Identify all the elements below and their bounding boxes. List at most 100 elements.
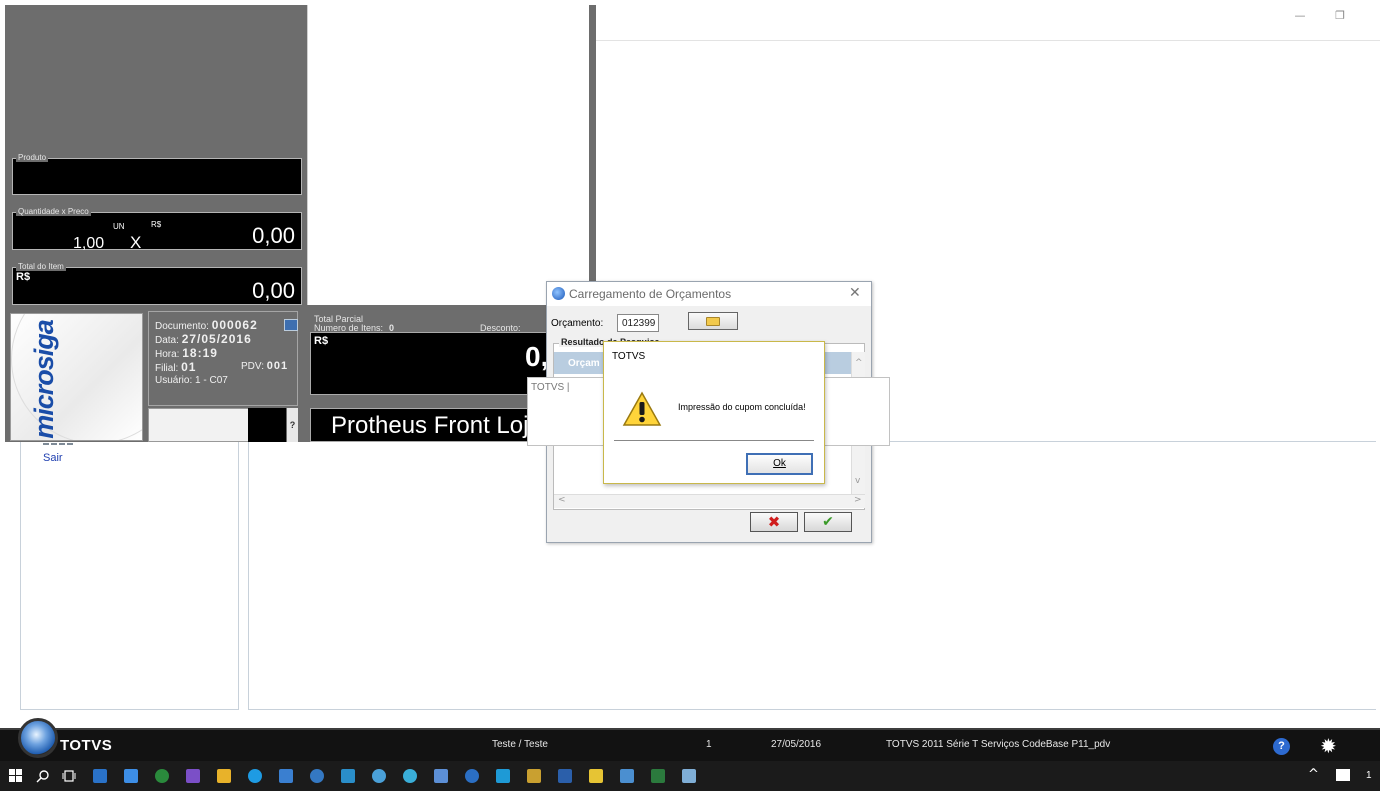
app-icon-2[interactable] [341, 769, 355, 783]
filial-label: Filial: [155, 363, 179, 374]
pos-window: Produto 1,00 UN X R$ 0,00 Quantidade x P… [5, 5, 596, 442]
hora-value: 18:19 [182, 346, 218, 360]
microsiga-logo-text: microsiga [28, 320, 59, 439]
hora-row: Hora: 18:19 [155, 346, 218, 360]
menu-item-partial [43, 443, 73, 446]
app-icon-6[interactable] [496, 769, 510, 783]
data-value: 27/05/2016 [181, 332, 252, 346]
monitor-app-icon[interactable] [279, 769, 293, 783]
item-list-area [307, 5, 589, 305]
documento-row: Documento: 000062 [155, 318, 258, 332]
help-button[interactable]: ? [287, 408, 298, 442]
totvs-window-label: TOTVS | [531, 382, 570, 393]
documento-label: Documento: [155, 321, 209, 332]
results-column-orcamento[interactable]: Orçam [568, 358, 600, 369]
ok-button-label: Ok [773, 458, 786, 469]
dialog-titlebar: Carregamento de Orçamentos ✕ [547, 282, 871, 306]
unit-price-value: 0,00 [252, 223, 295, 248]
scroll-left-arrow[interactable]: < [558, 495, 566, 505]
totvs-app-icon[interactable] [465, 769, 479, 783]
partial-total-value: 0, [525, 341, 549, 372]
produto-label: Produto [16, 153, 49, 162]
usuario-value: 1 - C07 [195, 375, 228, 386]
quantity-value: 1,00 [73, 235, 105, 252]
microsiga-logo: microsiga [10, 313, 143, 441]
totvs-logo-text: TOTVS [60, 737, 113, 754]
confirm-button[interactable]: ✔ [804, 512, 852, 532]
excel-icon[interactable] [651, 769, 665, 783]
item-total-value: 0,00 [252, 278, 295, 303]
dialog-title: Carregamento de Orçamentos [569, 287, 732, 301]
windows-taskbar: ^ 1 [0, 761, 1380, 791]
produto-display[interactable] [12, 158, 302, 195]
notifications-icon[interactable] [1336, 769, 1350, 781]
calendar-icon[interactable] [527, 769, 541, 783]
code-display [248, 408, 286, 442]
tray-clock[interactable]: 1 [1366, 770, 1372, 781]
restore-button[interactable]: ❐ [1330, 8, 1350, 24]
search-button[interactable] [688, 312, 738, 330]
app-globe-icon [552, 287, 565, 300]
app-icon-5[interactable] [434, 769, 448, 783]
help-icon[interactable]: ? [1273, 738, 1290, 755]
remote-desktop-icon[interactable] [682, 769, 696, 783]
scroll-right-arrow[interactable]: > [854, 495, 862, 505]
left-menu-panel: Sair [20, 441, 239, 710]
word-icon[interactable] [558, 769, 572, 783]
app-icon-8[interactable] [620, 769, 634, 783]
skype-icon[interactable] [248, 769, 262, 783]
app-icon-3[interactable] [372, 769, 386, 783]
scroll-down-arrow[interactable]: v [855, 476, 860, 486]
status-user: Teste / Teste [492, 739, 548, 750]
front-loja-title: Protheus Front Loja [331, 412, 542, 439]
pdv-label: PDV: [241, 361, 264, 372]
totvs-logo-icon [18, 718, 58, 758]
hora-label: Hora: [155, 349, 180, 360]
code-input[interactable] [148, 408, 260, 442]
pdv-value: 001 [266, 360, 289, 372]
data-label: Data: [155, 335, 179, 346]
gear-icon[interactable]: ✹ [1320, 734, 1337, 758]
app-icon-1[interactable] [310, 769, 324, 783]
windows-start-icon[interactable] [9, 769, 23, 783]
file-explorer-icon[interactable] [124, 769, 138, 783]
usuario-row: Usuário: 1 - C07 [155, 375, 228, 386]
item-total-currency: R$ [16, 271, 31, 283]
quantity-price-display: 1,00 UN X R$ 0,00 [12, 212, 302, 252]
ok-button[interactable]: Ok [746, 453, 813, 475]
document-info-panel: Documento: 000062 Data: 27/05/2016 Hora:… [148, 311, 298, 406]
app-icon-7[interactable] [589, 769, 603, 783]
usuario-label: Usuário: [155, 375, 193, 386]
cancel-button[interactable]: ✖ [750, 512, 798, 532]
tray-chevron-icon[interactable]: ^ [1308, 767, 1319, 782]
close-icon[interactable]: ✕ [849, 285, 861, 301]
orcamento-input[interactable]: 012399 [617, 314, 659, 332]
app-icon-4[interactable] [403, 769, 417, 783]
horizontal-scrollbar[interactable]: < > [554, 494, 865, 508]
search-icon[interactable] [36, 769, 50, 783]
chrome-icon[interactable] [155, 769, 169, 783]
message-separator [614, 440, 814, 441]
item-total-label: Total do Item [16, 262, 66, 271]
status-environment: TOTVS 2011 Série T Serviços CodeBase P11… [886, 739, 1111, 750]
message-dialog: TOTVS Impressão do cupom concluída! Ok [603, 341, 825, 484]
monitor-icon[interactable] [284, 319, 298, 331]
status-count: 1 [706, 739, 712, 750]
scroll-up-arrow[interactable]: ^ [855, 358, 863, 368]
outlook-icon[interactable] [93, 769, 107, 783]
tools-icon[interactable] [217, 769, 231, 783]
orcamento-label: Orçamento: [551, 318, 604, 329]
filial-value: 01 [181, 360, 197, 374]
data-row: Data: 27/05/2016 [155, 332, 252, 346]
documento-value: 000062 [211, 318, 258, 332]
sair-link[interactable]: Sair [43, 452, 63, 464]
price-currency: R$ [151, 220, 162, 229]
minimize-button[interactable]: — [1290, 8, 1310, 24]
visual-studio-icon[interactable] [186, 769, 200, 783]
times-sign: X [130, 233, 142, 252]
warning-icon [622, 391, 662, 426]
quantity-price-label: Quantidade x Preco [16, 207, 91, 216]
item-total-display: R$ 0,00 [12, 267, 302, 305]
task-view-icon[interactable] [62, 769, 76, 783]
folder-icon [706, 317, 720, 326]
